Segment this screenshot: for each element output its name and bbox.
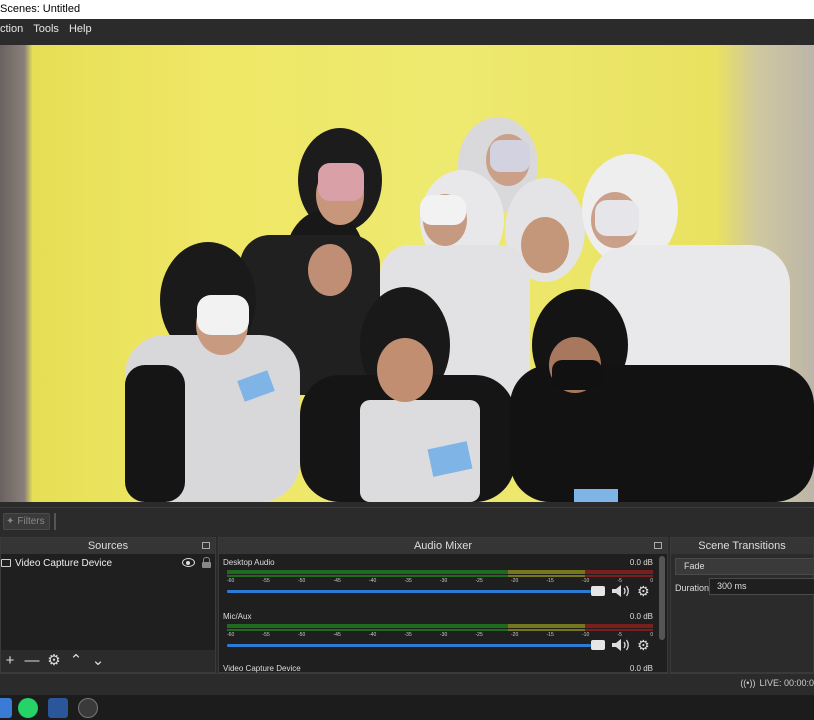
audio-mixer-dock: Audio Mixer Desktop Audio 0.0 dB -60 -55-… bbox=[218, 537, 668, 673]
move-up-icon[interactable]: ⌃ bbox=[67, 650, 85, 672]
channel-name: Mic/Aux bbox=[223, 612, 252, 621]
scene-transitions-header: Scene Transitions bbox=[671, 538, 813, 554]
channel-db: 0.0 dB bbox=[629, 612, 653, 621]
mixer-channel-mic-aux: Mic/Aux 0.0 dB -60 -55 -50 -45 -40 -35 -30 -25-… bbox=[221, 610, 653, 662]
broadcast-icon: ((•)) bbox=[740, 678, 756, 688]
mixer-scrollbar[interactable] bbox=[659, 556, 665, 640]
channel-db: 0.0 dB bbox=[629, 664, 653, 673]
word-icon[interactable] bbox=[48, 698, 68, 718]
scene-transitions-dock: Scene Transitions Fade Duration 300 ms bbox=[670, 537, 814, 673]
status-bar: ((•)) LIVE: 00:00:0 bbox=[0, 673, 814, 695]
menu-item-scene-collection[interactable]: ction bbox=[0, 19, 28, 39]
volume-meter bbox=[227, 624, 653, 628]
lock-icon[interactable] bbox=[202, 557, 211, 568]
volume-meter bbox=[227, 570, 653, 574]
volume-slider-track[interactable] bbox=[227, 644, 591, 647]
duration-field[interactable]: 300 ms bbox=[709, 578, 814, 595]
os-taskbar bbox=[0, 695, 814, 720]
volume-meter-secondary bbox=[227, 629, 653, 631]
audio-mixer-title: Audio Mixer bbox=[413, 540, 473, 552]
window-title: Scenes: Untitled bbox=[0, 3, 81, 15]
volume-meter-secondary bbox=[227, 575, 653, 577]
channel-settings-gear-icon[interactable]: ⚙ bbox=[637, 584, 650, 598]
live-timer: LIVE: 00:00:0 bbox=[759, 678, 814, 688]
preview-area bbox=[0, 39, 814, 505]
source-item-video-capture[interactable]: Video Capture Device bbox=[1, 554, 215, 572]
undock-icon[interactable] bbox=[654, 542, 662, 549]
preview-photo-illustration bbox=[125, 117, 814, 502]
whatsapp-icon[interactable] bbox=[18, 698, 38, 718]
transition-select[interactable]: Fade bbox=[675, 558, 814, 575]
sources-dock: Sources Video Capture Device + — ⚙ ⌃ ⌄ bbox=[0, 537, 216, 673]
filter-icon: ✦ bbox=[6, 516, 15, 527]
channel-db: 0.0 dB bbox=[629, 558, 653, 567]
sources-dock-title: Sources bbox=[87, 540, 129, 552]
speaker-icon[interactable] bbox=[611, 584, 631, 598]
source-toolbar: ✦ Filters bbox=[0, 507, 814, 535]
add-source-icon[interactable]: + bbox=[1, 650, 19, 672]
live-status: ((•)) LIVE: 00:00:0 bbox=[740, 678, 814, 688]
volume-slider-handle[interactable] bbox=[591, 640, 605, 650]
window-title-bar: Scenes: Untitled bbox=[0, 0, 814, 19]
video-preview[interactable] bbox=[0, 45, 814, 502]
sources-toolbar: + — ⚙ ⌃ ⌄ bbox=[1, 650, 215, 672]
meter-ticks: -60 -55 -50 -45 -40 -35 -30 -25 -20 -15 -10 -5 0 bbox=[227, 578, 653, 584]
move-down-icon[interactable]: ⌄ bbox=[89, 650, 107, 672]
mixer-channel-desktop-audio: Desktop Audio 0.0 dB -60 -55 -50 -45 -40 -35-… bbox=[221, 556, 653, 608]
filters-button-label: Filters bbox=[17, 516, 45, 527]
filters-button[interactable]: ✦ Filters bbox=[3, 513, 50, 530]
toolbar-divider bbox=[54, 513, 56, 530]
camera-icon bbox=[1, 559, 11, 567]
mixer-channels: Desktop Audio 0.0 dB -60 -55 -50 -45 -40 -35-… bbox=[219, 554, 667, 673]
sources-dock-header: Sources bbox=[1, 538, 215, 554]
scene-transitions-title: Scene Transitions bbox=[698, 540, 786, 552]
obs-icon[interactable] bbox=[78, 698, 98, 718]
source-properties-gear-icon[interactable]: ⚙ bbox=[45, 650, 63, 672]
menu-bar: ction Tools Help bbox=[0, 19, 814, 39]
remove-source-icon[interactable]: — bbox=[23, 650, 41, 672]
duration-label: Duration bbox=[675, 583, 710, 593]
audio-mixer-dock-header: Audio Mixer bbox=[219, 538, 667, 554]
volume-slider-handle[interactable] bbox=[591, 586, 605, 596]
channel-name: Desktop Audio bbox=[223, 558, 275, 567]
visibility-eye-icon[interactable] bbox=[182, 558, 195, 567]
meter-ticks: -60 -55 -50 -45 -40 -35 -30 -25 -20 -15 -10 -5 0 bbox=[227, 632, 653, 638]
menu-item-tools[interactable]: Tools bbox=[28, 19, 64, 39]
source-item-label: Video Capture Device bbox=[15, 557, 113, 569]
channel-settings-gear-icon[interactable]: ⚙ bbox=[637, 638, 650, 652]
speaker-icon[interactable] bbox=[611, 638, 631, 652]
taskbar-app-icon[interactable] bbox=[0, 698, 12, 718]
channel-name: Video Capture Device bbox=[223, 664, 301, 673]
undock-icon[interactable] bbox=[202, 542, 210, 549]
volume-slider-track[interactable] bbox=[227, 590, 591, 593]
menu-item-help[interactable]: Help bbox=[64, 19, 97, 39]
